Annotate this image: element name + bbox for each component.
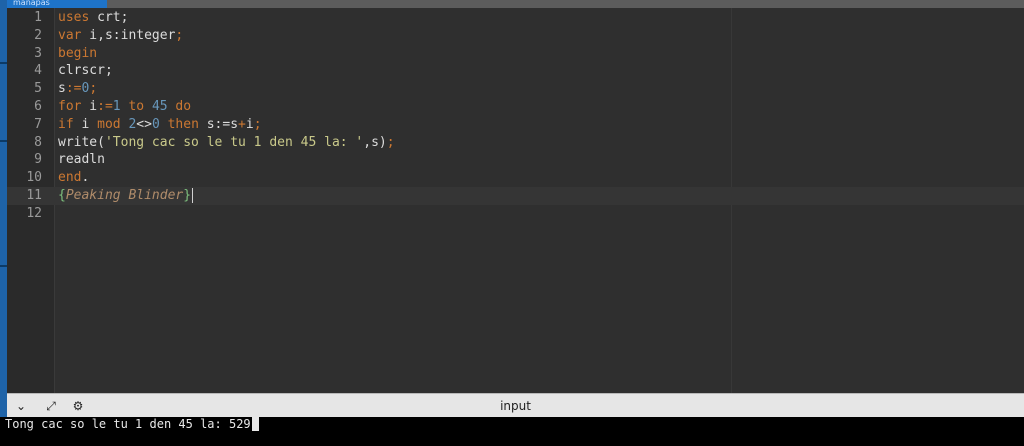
code-token: i bbox=[245, 116, 254, 132]
code-text: uses crt; bbox=[58, 9, 128, 27]
code-line[interactable]: 10 end. bbox=[7, 169, 1024, 187]
code-line[interactable]: 6 for i:=1 to 45 do bbox=[7, 98, 1024, 116]
code-token: } bbox=[183, 188, 192, 203]
line-number: 4 bbox=[34, 63, 42, 79]
code-token: Peaking Blinder bbox=[65, 188, 184, 203]
line-number: 5 bbox=[34, 81, 42, 97]
code-token: mod bbox=[97, 116, 121, 132]
code-token: 0 bbox=[151, 116, 160, 132]
code-token: ; bbox=[89, 81, 98, 97]
code-token: + bbox=[238, 116, 246, 132]
code-line[interactable]: 2 var i,s:integer; bbox=[7, 27, 1024, 45]
code-line[interactable]: 12 bbox=[7, 205, 1024, 223]
line-number: 6 bbox=[34, 99, 42, 114]
console-output-text: Tong cac so le tu 1 den 45 la: 529 bbox=[5, 417, 251, 431]
code-token: readln bbox=[58, 152, 105, 168]
code-token: do bbox=[167, 99, 192, 114]
code-text: clrscr; bbox=[58, 62, 113, 80]
code-text: write('Tong cac so le tu 1 den 45 la: ',… bbox=[58, 134, 395, 152]
tab-bar: manapas bbox=[7, 0, 1024, 8]
code-text: for i:=1 to 45 do bbox=[58, 98, 191, 116]
code-token: ; bbox=[386, 134, 395, 150]
expand-arrows-icon[interactable]: ⤢ bbox=[43, 398, 59, 414]
line-number: 1 bbox=[34, 10, 42, 25]
code-text: end. bbox=[58, 169, 89, 187]
code-token: ,s) bbox=[363, 134, 387, 150]
code-token: begin bbox=[58, 45, 98, 61]
code-token: then bbox=[159, 116, 199, 132]
code-token: for bbox=[58, 99, 82, 114]
text-caret bbox=[192, 188, 194, 203]
code-line[interactable]: 4 clrscr; bbox=[7, 62, 1024, 80]
line-number: 8 bbox=[34, 134, 42, 150]
code-token: { bbox=[58, 188, 66, 203]
code-text: var i,s:integer; bbox=[58, 27, 183, 45]
tab-file[interactable]: manapas bbox=[7, 0, 107, 8]
code-token: to bbox=[120, 99, 152, 114]
line-number: 12 bbox=[26, 205, 42, 221]
code-text: begin bbox=[58, 45, 97, 63]
line-number: 9 bbox=[34, 152, 42, 168]
code-token: ; bbox=[253, 116, 262, 132]
code-token: <> bbox=[136, 116, 152, 132]
code-text: if i mod 2<>0 then s:=s+i; bbox=[58, 116, 262, 134]
line-number: 3 bbox=[34, 45, 42, 61]
window-left-edge bbox=[0, 0, 7, 446]
console-text: Tong cac so le tu 1 den 45 la: 529 bbox=[5, 417, 259, 432]
code-line[interactable]: 9 readln bbox=[7, 151, 1024, 169]
code-token: i bbox=[73, 116, 98, 132]
line-number: 11 bbox=[26, 188, 42, 203]
panel-title: input bbox=[500, 399, 531, 413]
code-token: var bbox=[58, 27, 82, 43]
code-token: write( bbox=[58, 134, 105, 150]
code-text: s:=0; bbox=[58, 80, 97, 98]
code-line[interactable]: 3 begin bbox=[7, 45, 1024, 63]
code-line[interactable]: 7 if i mod 2<>0 then s:=s+i; bbox=[7, 116, 1024, 134]
code-line[interactable]: 8 write('Tong cac so le tu 1 den 45 la: '… bbox=[7, 134, 1024, 152]
code-editor[interactable]: 1 uses crt; 2 var i,s:integer; 3 begin 4 clrscr… bbox=[7, 8, 1024, 393]
code-token: := bbox=[65, 81, 82, 97]
code-token: . bbox=[81, 170, 90, 186]
edge-mark bbox=[0, 140, 7, 142]
code-line[interactable]: 5 s:=0; bbox=[7, 80, 1024, 98]
code-text: {Peaking Blinder} bbox=[58, 187, 194, 205]
code-line[interactable]: 11 {Peaking Blinder} bbox=[7, 187, 1024, 205]
code-token: i,s:integer bbox=[81, 27, 176, 43]
code-token: i bbox=[81, 99, 98, 114]
line-number: 2 bbox=[34, 27, 42, 43]
edge-mark bbox=[0, 62, 7, 64]
edge-mark bbox=[0, 265, 7, 267]
code-token: s:=s bbox=[198, 116, 239, 132]
input-panel-header: input ⌄ ⤢ ⚙ bbox=[7, 393, 1024, 417]
code-token: end bbox=[58, 170, 82, 186]
code-token: uses bbox=[58, 10, 90, 25]
code-token: crt; bbox=[89, 10, 129, 25]
code-line[interactable]: 1 uses crt; bbox=[7, 9, 1024, 27]
console-output[interactable]: Tong cac so le tu 1 den 45 la: 529 bbox=[0, 417, 1024, 446]
code-token: 45 bbox=[151, 99, 168, 114]
code-token: if bbox=[58, 116, 74, 132]
code-token: ; bbox=[175, 27, 184, 43]
code-token: clrscr; bbox=[58, 63, 113, 79]
console-cursor bbox=[251, 417, 259, 431]
code-token: 'Tong cac so le tu 1 den 45 la: ' bbox=[104, 134, 364, 150]
line-number: 7 bbox=[34, 116, 42, 132]
run-settings-icon[interactable]: ⚙ bbox=[70, 398, 86, 414]
code-token: s bbox=[58, 81, 66, 97]
code-text: readln bbox=[58, 151, 105, 169]
code-token: := bbox=[97, 99, 113, 114]
collapse-chevron-icon[interactable]: ⌄ bbox=[13, 398, 29, 414]
line-number: 10 bbox=[26, 170, 42, 186]
code-token: 1 bbox=[112, 99, 121, 114]
